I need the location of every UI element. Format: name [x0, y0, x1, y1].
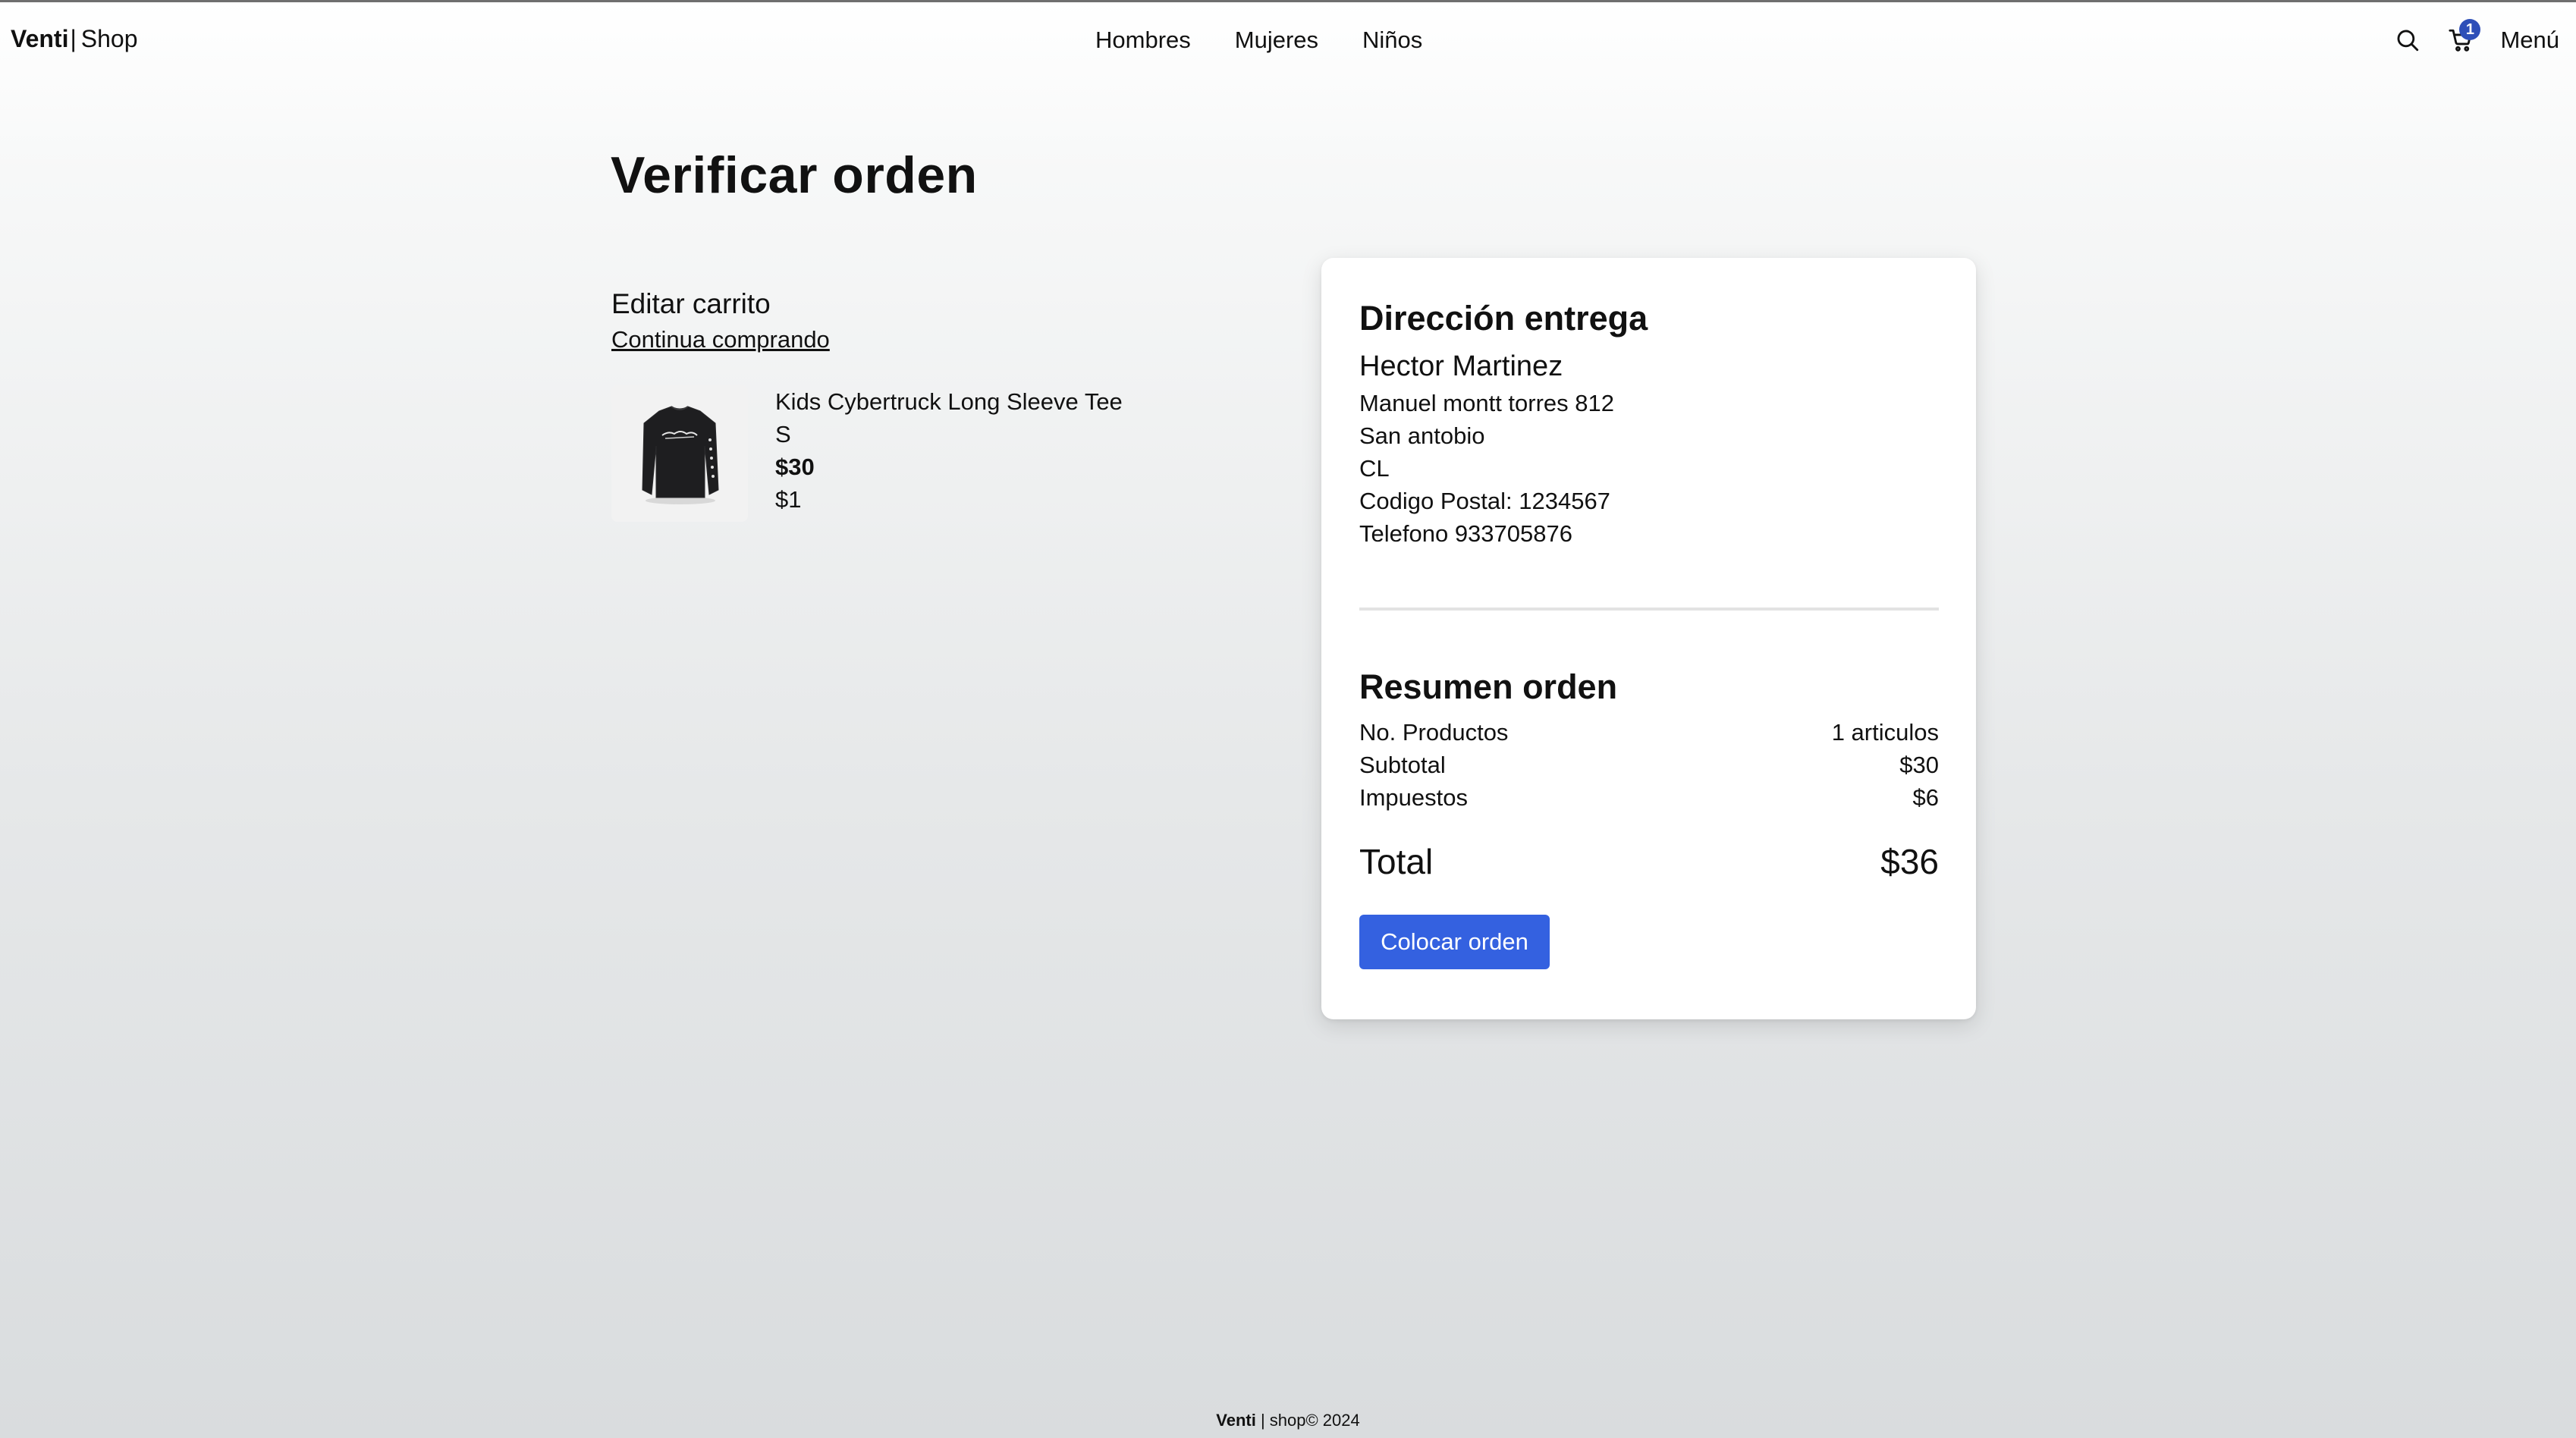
summary-row-products: No. Productos 1 articulos: [1359, 716, 1939, 749]
place-order-button[interactable]: Colocar orden: [1359, 915, 1550, 969]
logo-separator: |: [70, 25, 77, 52]
order-summary-heading: Resumen orden: [1359, 667, 1618, 706]
total-row: Total $36: [1359, 840, 1939, 883]
product-name[interactable]: Kids Cybertruck Long Sleeve Tee: [775, 385, 1230, 418]
summary-value: 1 articulos: [1831, 719, 1939, 746]
product-size: S: [775, 421, 791, 447]
total-label: Total: [1359, 842, 1434, 881]
logo-brand: Venti: [11, 25, 69, 52]
summary-value: $6: [1912, 784, 1939, 811]
product-price: $30: [775, 454, 815, 480]
delivery-address: Manuel montt torres 812 San antobio CL C…: [1359, 387, 1614, 550]
recipient-name: Hector Martinez: [1359, 350, 1563, 382]
nav-link-ninos[interactable]: Niños: [1362, 25, 1422, 55]
search-icon: [2397, 30, 2419, 52]
main-nav: Hombres Mujeres Niños: [1095, 25, 1422, 55]
product-quantity: $1: [775, 486, 802, 513]
continue-shopping-link[interactable]: Continua comprando: [611, 325, 830, 355]
address-postal-code: Codigo Postal: 1234567: [1359, 488, 1610, 514]
page-title: Verificar orden: [611, 146, 978, 204]
nav-link-hombres[interactable]: Hombres: [1095, 25, 1191, 55]
summary-label: No. Productos: [1359, 719, 1509, 746]
logo-suffix: Shop: [80, 25, 138, 52]
footer-brand: Venti: [1216, 1411, 1256, 1430]
order-summary-card: Dirección entrega Hector Martinez Manuel…: [1321, 258, 1976, 1019]
menu-button[interactable]: Menú: [2500, 25, 2559, 55]
long-sleeve-tee-image: [642, 406, 719, 504]
summary-value: $30: [1899, 752, 1939, 778]
delivery-address-heading: Dirección entrega: [1359, 299, 1648, 338]
summary-row-taxes: Impuestos $6: [1359, 781, 1939, 814]
summary-label: Impuestos: [1359, 784, 1469, 811]
search-button[interactable]: [2391, 24, 2424, 57]
edit-cart-heading: Editar carrito: [611, 288, 771, 319]
cart-count-badge: 1: [2459, 19, 2481, 40]
summary-label: Subtotal: [1359, 752, 1446, 778]
section-divider: [1359, 608, 1939, 611]
footer-copyright: | shop© 2024: [1260, 1411, 1360, 1430]
address-street: Manuel montt torres 812: [1359, 390, 1615, 416]
total-value: $36: [1880, 842, 1939, 881]
top-navigation: Venti| Shop Hombres Mujeres Niños 1 Menú: [0, 2, 2576, 75]
summary-row-subtotal: Subtotal $30: [1359, 749, 1939, 781]
summary-rows: No. Productos 1 articulos Subtotal $30 I…: [1359, 716, 1939, 814]
address-country: CL: [1359, 455, 1390, 482]
product-thumbnail[interactable]: [611, 385, 748, 522]
address-phone: Telefono 933705876: [1359, 520, 1572, 547]
cart-button[interactable]: 1: [2444, 19, 2481, 57]
nav-actions: 1 Menú: [2391, 19, 2559, 61]
address-city: San antobio: [1359, 422, 1485, 449]
nav-link-mujeres[interactable]: Mujeres: [1235, 25, 1318, 55]
logo[interactable]: Venti| Shop: [11, 24, 138, 54]
footer: Venti | shop© 2024: [0, 1409, 2576, 1432]
cart-item-details: Kids Cybertruck Long Sleeve Tee S $30 $1: [775, 385, 1230, 516]
